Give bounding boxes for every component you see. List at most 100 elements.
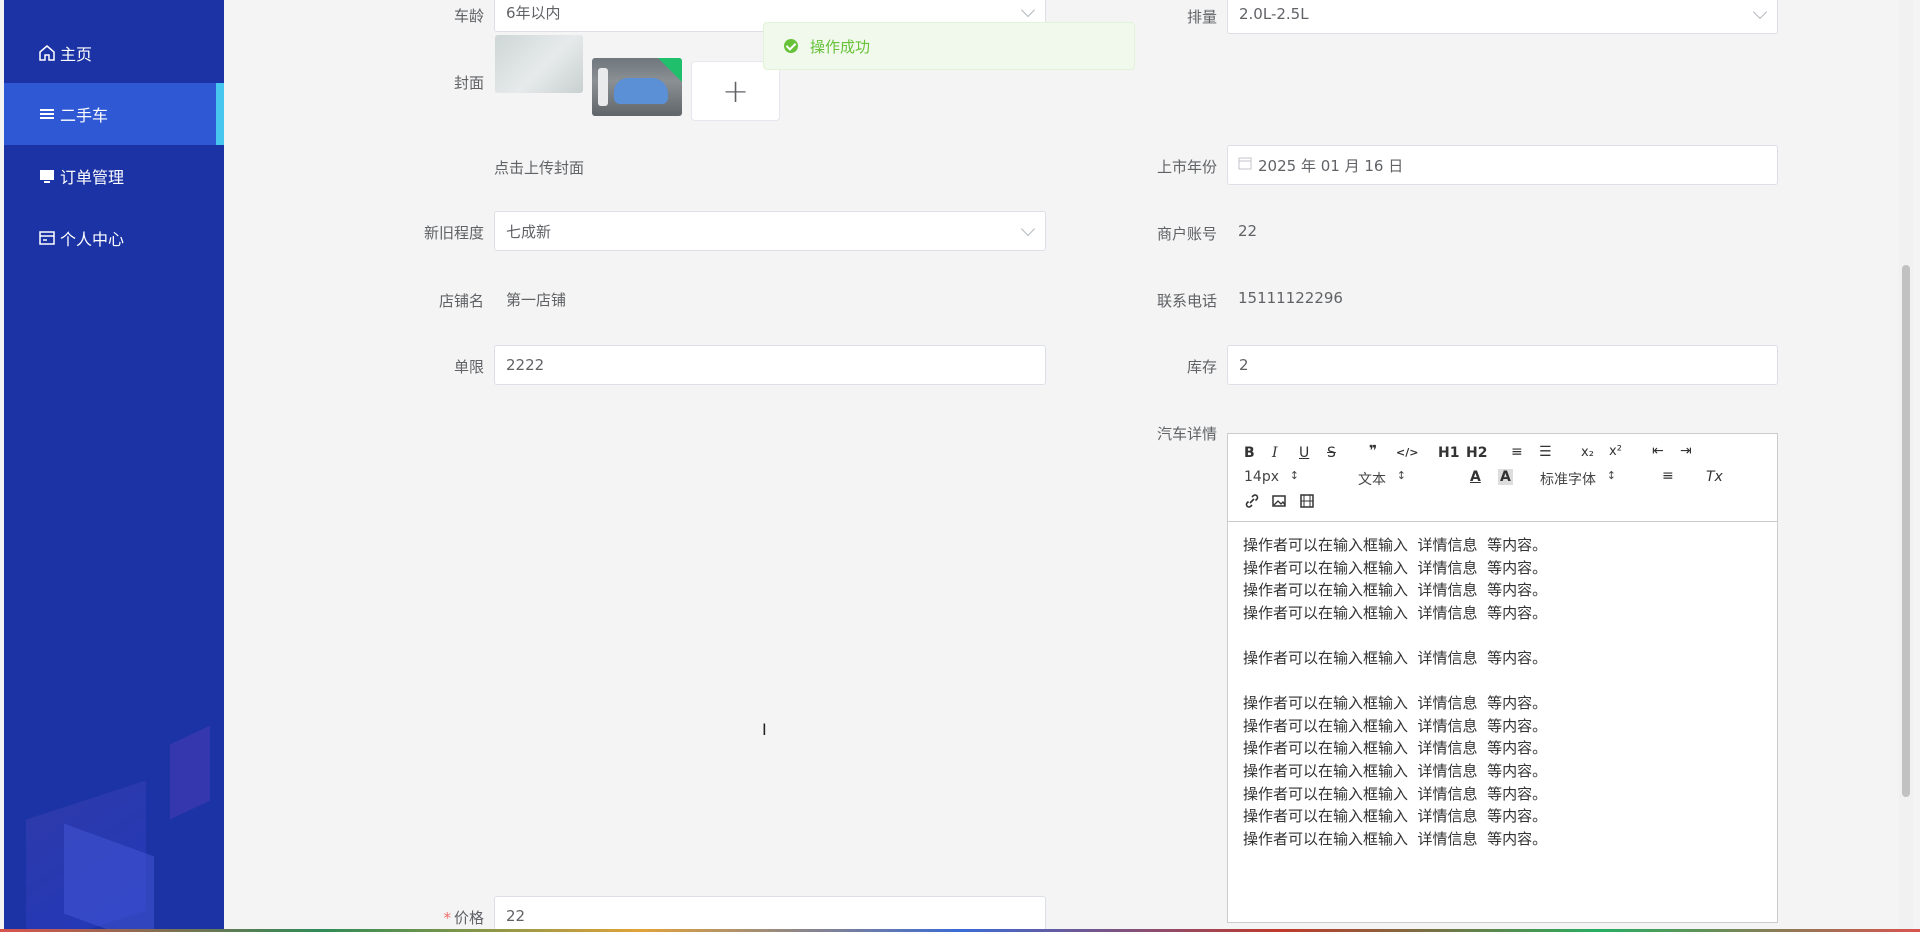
condition-label: 新旧程度 bbox=[423, 224, 484, 242]
background-color-button[interactable]: A bbox=[1498, 469, 1513, 485]
check-circle-icon bbox=[784, 39, 798, 53]
condition-value: 七成新 bbox=[506, 222, 552, 241]
h1-button[interactable]: H1 bbox=[1438, 445, 1459, 461]
editor-line: 操作者可以在输入框输入 详情信息 等内容。 bbox=[1243, 648, 1548, 667]
condition-select[interactable]: 七成新 bbox=[494, 211, 1046, 251]
code-block-button[interactable]: </> bbox=[1396, 446, 1418, 459]
toast-message: 操作成功 bbox=[810, 37, 871, 56]
sidebar-item-label: 二手车 bbox=[60, 106, 109, 125]
font-color-button[interactable]: A bbox=[1470, 469, 1481, 485]
price-label: * 价格 bbox=[374, 907, 484, 928]
bullet-list-button[interactable]: ☰ bbox=[1539, 444, 1552, 460]
rich-text-editor: B I U S ❞ </> H1 H2 ≡ ☰ x₂ x² ⇤ ⇥ 14px 文… bbox=[1227, 433, 1778, 923]
calendar-icon bbox=[1238, 157, 1252, 170]
sidebar-item-orders[interactable]: 订单管理 bbox=[4, 145, 224, 207]
details-label: 汽车详情 bbox=[1156, 425, 1217, 443]
sidebar-item-label: 个人中心 bbox=[60, 230, 125, 249]
cover-upload-hint: 点击上传封面 bbox=[494, 159, 585, 177]
video-icon[interactable] bbox=[1299, 493, 1315, 509]
stock-input[interactable]: 2 bbox=[1227, 345, 1778, 385]
sidebar-item-label: 主页 bbox=[60, 45, 93, 64]
charger-graphic bbox=[598, 68, 608, 106]
image-icon[interactable] bbox=[1271, 493, 1287, 509]
underline-button[interactable]: U bbox=[1299, 445, 1309, 461]
stock-value: 2 bbox=[1239, 356, 1249, 374]
car-age-label: 车龄 bbox=[453, 7, 484, 25]
cover-label: 封面 bbox=[453, 74, 484, 92]
list-icon bbox=[40, 109, 54, 119]
editor-line: 操作者可以在输入框输入 详情信息 等内容。 bbox=[1243, 739, 1548, 758]
indent-button[interactable]: ⇥ bbox=[1680, 443, 1692, 459]
corner-badge bbox=[658, 58, 682, 82]
editor-line: 操作者可以在输入框输入 详情信息 等内容。 bbox=[1243, 716, 1548, 735]
id-card-icon bbox=[39, 231, 55, 245]
chevron-down-icon bbox=[1020, 221, 1036, 237]
ordered-list-button[interactable]: ≡ bbox=[1511, 444, 1523, 460]
car-graphic bbox=[614, 78, 668, 104]
blockquote-button[interactable]: ❞ bbox=[1369, 443, 1377, 459]
stock-label: 库存 bbox=[1186, 358, 1217, 376]
editor-toolbar: B I U S ❞ </> H1 H2 ≡ ☰ x₂ x² ⇤ ⇥ 14px 文… bbox=[1228, 434, 1777, 522]
merchant-account-value: 22 bbox=[1238, 222, 1258, 240]
monitor-icon bbox=[40, 170, 54, 183]
launch-year-datepicker[interactable]: 2025 年 01 月 16 日 bbox=[1227, 145, 1778, 185]
header-select[interactable]: 文本 bbox=[1358, 469, 1406, 489]
align-button[interactable]: ≡ bbox=[1662, 468, 1674, 484]
limit-input[interactable]: 2222 bbox=[494, 345, 1046, 385]
editor-line: 操作者可以在输入框输入 详情信息 等内容。 bbox=[1243, 807, 1548, 826]
editor-line: 操作者可以在输入框输入 详情信息 等内容。 bbox=[1243, 784, 1548, 803]
bold-button[interactable]: B bbox=[1244, 445, 1255, 461]
subscript-button[interactable]: x₂ bbox=[1581, 445, 1594, 460]
sidebar: 主页 二手车 订单管理 个人中心 bbox=[4, 0, 224, 930]
success-toast: 操作成功 bbox=[763, 22, 1135, 70]
phone-value: 15111122296 bbox=[1238, 289, 1343, 307]
limit-value: 2222 bbox=[506, 356, 545, 374]
sidebar-item-profile[interactable]: 个人中心 bbox=[4, 207, 224, 269]
chevron-down-icon bbox=[1752, 4, 1768, 20]
font-family-select[interactable]: 标准字体 bbox=[1540, 469, 1616, 489]
limit-label: 单限 bbox=[453, 358, 484, 376]
plus-icon: + bbox=[722, 72, 749, 110]
displacement-value: 2.0L-2.5L bbox=[1239, 5, 1309, 23]
chevron-down-icon bbox=[1020, 2, 1036, 18]
price-input[interactable]: 22 bbox=[494, 896, 1046, 932]
link-icon[interactable] bbox=[1244, 493, 1260, 509]
launch-year-label: 上市年份 bbox=[1156, 158, 1217, 176]
home-icon bbox=[39, 45, 55, 61]
superscript-button[interactable]: x² bbox=[1609, 444, 1622, 459]
price-label-text: 价格 bbox=[453, 909, 484, 927]
editor-content[interactable]: 操作者可以在输入框输入 详情信息 等内容。 操作者可以在输入框输入 详情信息 等内… bbox=[1243, 534, 1763, 850]
sidebar-item-label: 订单管理 bbox=[60, 168, 125, 187]
cover-image-thumbnail[interactable] bbox=[495, 35, 583, 93]
font-size-select[interactable]: 14px bbox=[1244, 469, 1299, 485]
required-mark: * bbox=[443, 909, 451, 927]
editor-line: 操作者可以在输入框输入 详情信息 等内容。 bbox=[1243, 694, 1548, 713]
strike-button[interactable]: S bbox=[1327, 445, 1336, 461]
editor-line: 操作者可以在输入框输入 详情信息 等内容。 bbox=[1243, 558, 1548, 577]
launch-year-value: 2025 年 01 月 16 日 bbox=[1258, 156, 1404, 175]
car-age-value: 6年以内 bbox=[506, 3, 561, 22]
displacement-select[interactable]: 2.0L-2.5L bbox=[1227, 0, 1778, 34]
editor-line: 操作者可以在输入框输入 详情信息 等内容。 bbox=[1243, 603, 1548, 622]
editor-line: 操作者可以在输入框输入 详情信息 等内容。 bbox=[1243, 581, 1548, 600]
upload-cover-button[interactable]: + bbox=[691, 61, 780, 121]
editor-line: 操作者可以在输入框输入 详情信息 等内容。 bbox=[1243, 761, 1548, 780]
cover-image-thumbnail[interactable] bbox=[592, 58, 682, 116]
editor-line: 操作者可以在输入框输入 详情信息 等内容。 bbox=[1243, 536, 1548, 554]
editor-line: 操作者可以在输入框输入 详情信息 等内容。 bbox=[1243, 829, 1548, 848]
outdent-button[interactable]: ⇤ bbox=[1652, 443, 1664, 459]
h2-button[interactable]: H2 bbox=[1466, 445, 1487, 461]
shop-name-label: 店铺名 bbox=[438, 292, 484, 310]
shop-name-value: 第一店铺 bbox=[506, 291, 567, 309]
sidebar-item-used-cars[interactable]: 二手车 bbox=[4, 83, 224, 145]
clean-format-button[interactable]: Tx bbox=[1706, 469, 1723, 485]
sidebar-decoration bbox=[170, 725, 210, 820]
phone-label: 联系电话 bbox=[1156, 292, 1217, 310]
price-value: 22 bbox=[506, 907, 526, 925]
text-cursor-icon: Ⅰ bbox=[762, 720, 767, 739]
sidebar-item-home[interactable]: 主页 bbox=[4, 22, 224, 84]
italic-button[interactable]: I bbox=[1272, 445, 1278, 461]
scrollbar-thumb[interactable] bbox=[1902, 265, 1910, 797]
